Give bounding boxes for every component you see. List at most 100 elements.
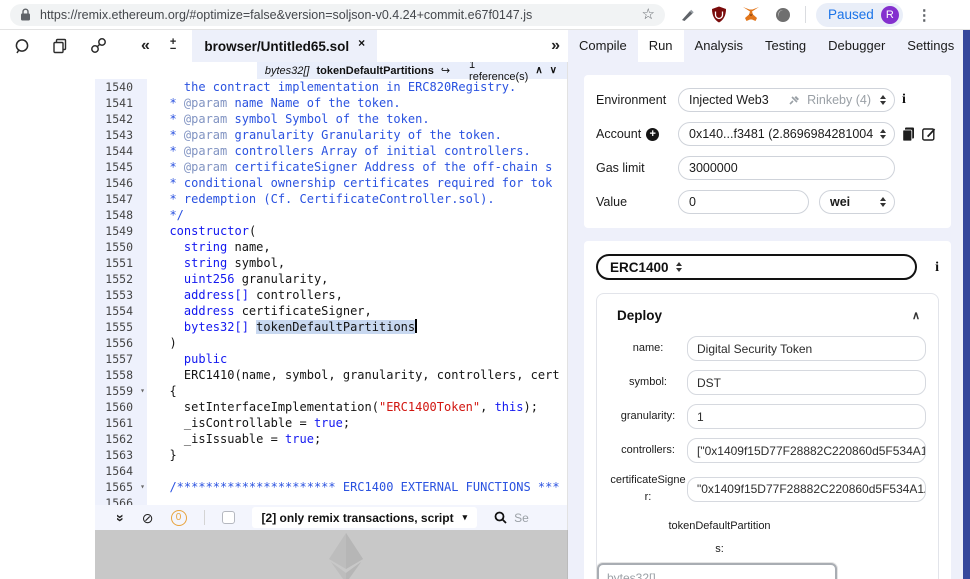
copy-files-icon[interactable]	[52, 38, 68, 54]
line-number: 1560	[105, 400, 133, 414]
code-line[interactable]: public	[155, 351, 567, 367]
terminal-clear-icon[interactable]: ⊘	[142, 511, 154, 525]
code-line[interactable]	[155, 463, 567, 479]
code-line[interactable]: constructor(	[155, 223, 567, 239]
tokendefaultpartitions-input[interactable]: bytes32[]	[597, 563, 837, 579]
bookmark-star-icon[interactable]: ☆	[642, 7, 655, 22]
code-editor[interactable]: bytes32[] tokenDefaultPartitions ↪ 1 ref…	[95, 62, 568, 505]
value-input[interactable]: 0	[678, 190, 809, 214]
editor-tab[interactable]: browser/Untitled65.sol ×	[192, 30, 378, 62]
code-line[interactable]: */	[155, 207, 567, 223]
search-icon	[494, 511, 507, 524]
code-line[interactable]: * @param certificateSigner Address of th…	[155, 159, 567, 175]
code-line[interactable]: * @param granularity Granularity of the …	[155, 127, 567, 143]
code-line[interactable]: string symbol,	[155, 255, 567, 271]
url-bar[interactable]: https://remix.ethereum.org/#optimize=fal…	[10, 3, 665, 26]
editor-gutter[interactable]: 1540 1541 1542 1543 1544 1545 1546 1547 1548 1549…	[95, 79, 147, 505]
avatar[interactable]: R	[880, 5, 899, 24]
code-line[interactable]: * @param name Name of the token.	[155, 95, 567, 111]
code-line[interactable]: * conditional ownership certificates req…	[155, 175, 567, 191]
next-reference-icon[interactable]: ∨	[550, 65, 557, 76]
code-line[interactable]: setInterfaceImplementation("ERC1400Token…	[155, 399, 567, 415]
search-input[interactable]: Se	[514, 511, 529, 525]
line-number: 1555	[105, 320, 133, 334]
browser-chrome: https://remix.ethereum.org/#optimize=fal…	[0, 0, 970, 30]
previous-reference-icon[interactable]: ∧	[535, 65, 542, 76]
extension-metamask-icon[interactable]	[742, 6, 760, 23]
line-number: 1543	[105, 128, 133, 142]
deploy-field-input-certificatesigner[interactable]: "0x1409f15D77F28882C220860d5F534A1A7a9	[687, 476, 926, 502]
code-line[interactable]: * @param controllers Array of initial co…	[155, 143, 567, 159]
gas-limit-input[interactable]: 3000000	[678, 156, 895, 180]
paused-button[interactable]: Paused R	[816, 2, 903, 27]
deploy-field-input-name[interactable]: Digital Security Token	[687, 336, 926, 361]
code-line[interactable]: {	[155, 383, 567, 399]
code-line[interactable]: _isIssuable = true;	[155, 431, 567, 447]
tokendefaultpartitions-placeholder: bytes32[]	[607, 570, 656, 579]
expand-panel-icon[interactable]: »	[551, 38, 560, 54]
extension-ublock-icon[interactable]	[711, 6, 727, 23]
code-line[interactable]: address[] controllers,	[155, 287, 567, 303]
code-line[interactable]: * redemption (Cf. CertificateController.…	[155, 191, 567, 207]
select-stepper-icon	[675, 262, 685, 272]
divider	[805, 6, 806, 23]
close-tab-icon[interactable]: ×	[358, 36, 365, 50]
deploy-field-label-controllers: controllers:	[621, 443, 675, 456]
contract-card: ERC1400 i Deploy ∧ name: Digital Security…	[584, 241, 951, 579]
code-line[interactable]: string name,	[155, 239, 567, 255]
add-account-icon[interactable]: +	[646, 127, 660, 141]
goto-reference-icon[interactable]: ↪	[441, 64, 450, 77]
page-scrollbar[interactable]	[963, 30, 970, 579]
tab-analysis[interactable]: Analysis	[684, 30, 754, 62]
terminal-collapse-icon[interactable]: »	[113, 514, 129, 522]
code-line[interactable]: )	[155, 335, 567, 351]
select-stepper-icon	[880, 129, 889, 139]
editor-code[interactable]: the contract implementation in ERC820Reg…	[147, 79, 567, 505]
select-stepper-icon	[880, 95, 889, 105]
transactions-filter-dropdown[interactable]: [2] only remix transactions, script ▾	[251, 507, 478, 528]
extension-pen-icon[interactable]	[679, 6, 696, 23]
code-line[interactable]: }	[155, 447, 567, 463]
contract-info-icon[interactable]: i	[935, 260, 939, 275]
line-number: 1549	[105, 224, 133, 238]
contract-select[interactable]: ERC1400	[596, 254, 917, 280]
tab-testing[interactable]: Testing	[754, 30, 817, 62]
link-icon[interactable]	[90, 38, 107, 54]
code-line[interactable]	[155, 495, 567, 505]
terminal-search[interactable]: Se	[494, 511, 559, 525]
tab-run[interactable]: Run	[637, 30, 684, 62]
edit-account-icon[interactable]	[922, 127, 936, 141]
line-number: 1565 ▾	[105, 479, 145, 495]
tab-settings[interactable]: Settings	[896, 30, 963, 62]
collapse-deploy-icon[interactable]: ∧	[912, 309, 920, 322]
deploy-field-input-granularity[interactable]: 1	[687, 404, 926, 429]
deploy-field-input-controllers[interactable]: ["0x1409f15D77F28882C220860d5F534A1A7a9	[687, 438, 926, 463]
fold-icon[interactable]: ▾	[140, 383, 145, 399]
code-line[interactable]: ERC1410(name, symbol, granularity, contr…	[155, 367, 567, 383]
editor-zoom-controls[interactable]: + −	[170, 37, 176, 55]
collapse-left-icon[interactable]: «	[141, 38, 150, 54]
terminal-output[interactable]	[95, 530, 568, 579]
tab-debugger[interactable]: Debugger	[817, 30, 896, 62]
deploy-field-input-symbol[interactable]: DST	[687, 370, 926, 395]
listen-transactions-checkbox[interactable]	[221, 511, 235, 524]
browser-menu-icon[interactable]: ⋮	[913, 6, 936, 24]
copy-account-icon[interactable]	[902, 127, 915, 141]
code-line[interactable]: uint256 granularity,	[155, 271, 567, 287]
zoom-out-icon[interactable]: −	[170, 44, 176, 55]
tokendefaultpartitions-label: tokenDefaultPartitions:	[668, 520, 771, 556]
extension-circle-icon[interactable]	[775, 7, 791, 23]
code-line[interactable]: _isControllable = true;	[155, 415, 567, 431]
fold-icon[interactable]: ▾	[140, 479, 145, 495]
tab-compile[interactable]: Compile	[568, 30, 638, 62]
value-unit-select[interactable]: wei	[819, 190, 895, 214]
account-select[interactable]: 0x140...f3481 (2.86969842810044075	[678, 122, 895, 146]
code-line[interactable]: bytes32[] tokenDefaultPartitions	[155, 319, 567, 335]
line-number: 1559 ▾	[105, 383, 145, 399]
code-line[interactable]: /********************** ERC1400 EXTERNAL…	[155, 479, 567, 495]
publish-gist-icon[interactable]	[14, 38, 30, 54]
code-line[interactable]: * @param symbol Symbol of the token.	[155, 111, 567, 127]
environment-select[interactable]: Injected Web3 Rinkeby (4)	[678, 88, 895, 112]
environment-info-icon[interactable]: i	[902, 92, 906, 108]
code-line[interactable]: address certificateSigner,	[155, 303, 567, 319]
